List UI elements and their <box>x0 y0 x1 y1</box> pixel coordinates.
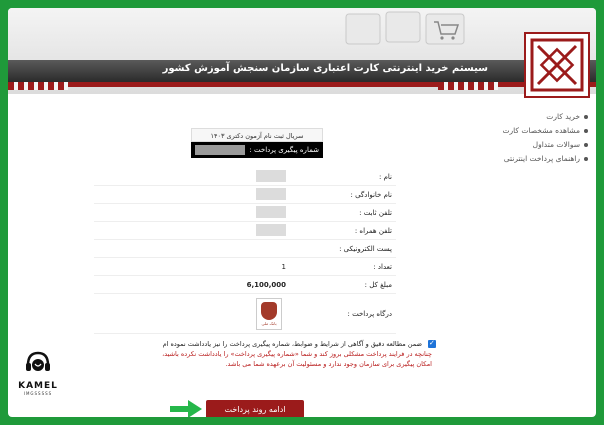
browser-frame: سیستم خرید اینترنتی کارت اعتباری سازمان … <box>8 8 596 417</box>
warning-line-2: امکان پیگیری برای سازمان وجود ندارد و مس… <box>225 360 432 368</box>
keyboard-cart-icon <box>345 11 465 45</box>
form-row-name: نام : <box>94 168 396 186</box>
agreement-text: ضمن مطالعه دقیق و آگاهی از شرایط و ضوابط… <box>162 340 422 348</box>
bullet-icon <box>584 156 588 161</box>
bullet-icon <box>584 142 588 147</box>
serial-label: سریال ثبت نام آزمون دکتری ۱۴۰۳ <box>191 128 323 142</box>
bullet-icon <box>584 114 588 119</box>
page-title: سیستم خرید اینترنتی کارت اعتباری سازمان … <box>162 63 488 74</box>
sidebar-menu: خرید کارت مشاهده مشخصات کارت سوالات متدا… <box>490 112 588 168</box>
sidebar-item-faq[interactable]: سوالات متداول <box>490 140 588 149</box>
bullet-icon <box>584 128 588 133</box>
tracking-number-bar: شماره پیگیری پرداخت : <box>191 142 323 158</box>
total-value: 6,100,000 <box>246 280 286 289</box>
form-row-mobile: تلفن همراه : <box>94 222 396 240</box>
headset-icon <box>26 351 50 371</box>
form-row-family: نام خانوادگی : <box>94 186 396 204</box>
site-header: سیستم خرید اینترنتی کارت اعتباری سازمان … <box>8 8 596 98</box>
agreement-checkbox[interactable] <box>428 338 436 348</box>
bank-melli-gateway-icon[interactable]: بانک ملی <box>256 297 282 330</box>
ornament-right <box>438 82 498 90</box>
ornament-left <box>8 82 68 90</box>
form-row-email: پست الکترونیکی : <box>94 240 396 258</box>
redacted-value <box>256 169 286 182</box>
green-arrow-icon <box>170 400 202 417</box>
form-row-count: تعداد : 1 <box>94 258 396 276</box>
sidebar-item-buy-card[interactable]: خرید کارت <box>490 112 588 121</box>
form-row-total: مبلغ کل : 6,100,000 <box>94 276 396 294</box>
order-summary-box: سریال ثبت نام آزمون دکتری ۱۴۰۳ شماره پیگ… <box>191 128 323 166</box>
tracking-value-redacted <box>195 145 245 155</box>
header-red-line <box>8 82 596 87</box>
sidebar-item-view-card[interactable]: مشاهده مشخصات کارت <box>490 126 588 135</box>
kamel-watermark: KAMEL IMGSSSSS <box>14 349 62 396</box>
agreement-section: ضمن مطالعه دقیق و آگاهی از شرایط و ضوابط… <box>106 338 436 369</box>
tracking-label: شماره پیگیری پرداخت : <box>249 146 319 154</box>
continue-payment-button[interactable]: ادامه روند پرداخت <box>206 400 304 417</box>
sanjesh-logo <box>524 32 590 98</box>
redacted-value <box>256 205 286 218</box>
watermark-brand: KAMEL <box>18 381 58 391</box>
redacted-value <box>256 223 286 236</box>
form-row-phone: تلفن ثابت : <box>94 204 396 222</box>
redacted-value <box>256 187 286 200</box>
count-value: 1 <box>281 262 286 271</box>
warning-line-1: چنانچه در فرایند پرداخت مشکلی بروز کند و… <box>162 350 432 358</box>
sidebar-item-payment-guide[interactable]: راهنمای پرداخت اینترنتی <box>490 154 588 163</box>
order-details-form: نام : نام خانوادگی : تلفن ثابت : تلفن هم… <box>94 168 396 334</box>
form-row-gateway: درگاه پرداخت : بانک ملی <box>94 294 396 334</box>
watermark-sub: IMGSSSSS <box>23 391 53 396</box>
